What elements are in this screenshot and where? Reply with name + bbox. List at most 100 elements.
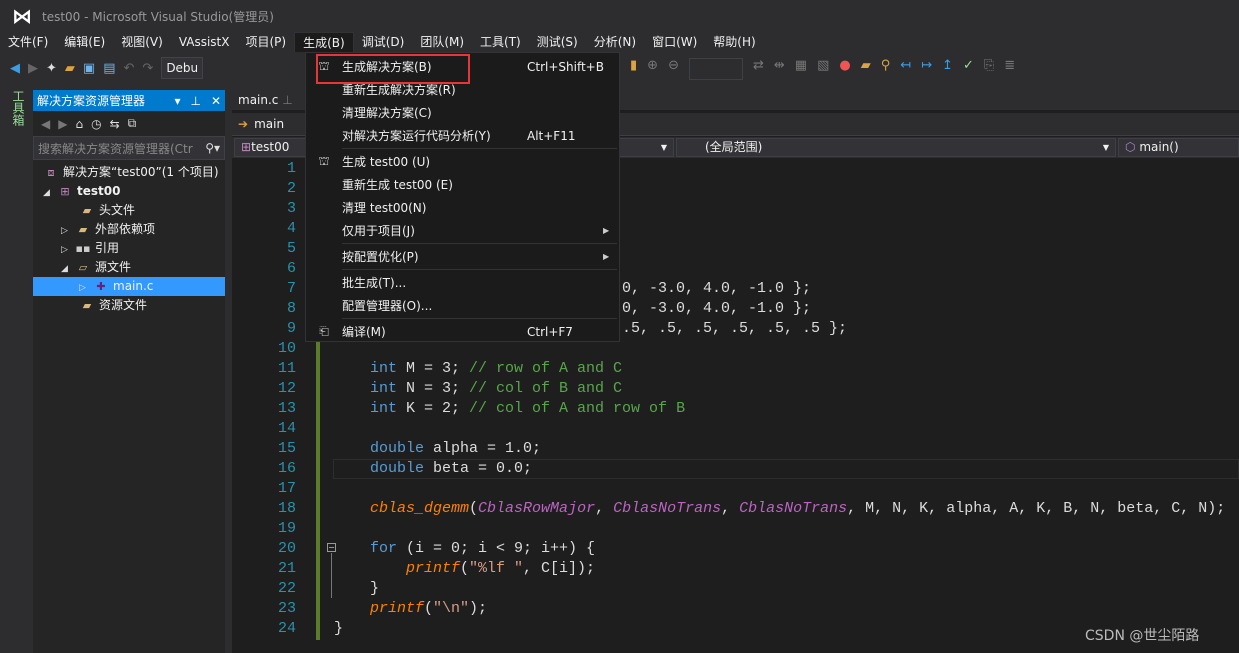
solution-icon: ⧈ [47,166,55,179]
zoom-in-icon[interactable]: ⊕ [647,58,658,80]
member-dropdown[interactable]: ⬡ main() [1118,138,1239,157]
tool-icon[interactable]: ↤ [900,58,911,80]
find-icon[interactable]: ▮ [630,58,637,80]
tree-item-references[interactable]: ▷ ▪▪ 引用 [33,239,225,258]
home-icon[interactable]: ⌂ [75,117,83,131]
tool-icon[interactable]: ↦ [921,58,932,80]
tree-item-headers[interactable]: ▰ 头文件 [33,201,225,220]
dropdown-icon[interactable]: ▾ [174,94,180,108]
menu-help[interactable]: 帮助(H) [705,32,763,52]
solution-explorer-toolbar: ◀ ▶ ⌂ ◷ ⇆ ⧉ [33,111,225,136]
folder-link-icon: ▰ [78,223,88,236]
tool-icon[interactable]: ⎘ [984,58,994,80]
tool-icon[interactable]: ⚲ [881,58,891,80]
sync-icon[interactable]: ⇆ [110,117,120,131]
pin-icon[interactable]: ⊥ [190,94,200,108]
zoom-select[interactable] [688,58,743,80]
spellcheck-icon[interactable]: ✓ [963,58,974,80]
menu-debug[interactable]: 调试(D) [354,32,413,52]
scope-dropdown[interactable]: (全局范围) ▼ [676,138,1116,157]
back-icon[interactable]: ◀ [10,61,20,76]
menu-item-batch-build[interactable]: 批生成(T)... [306,271,619,294]
line-number: 17 [277,480,296,497]
menu-window[interactable]: 窗口(W) [644,32,705,52]
save-all-icon[interactable]: ▤ [103,61,115,76]
menu-item-rebuild-project[interactable]: 重新生成 test00 (E) [306,173,619,196]
tab-main-c[interactable]: main.c ⊥ [232,90,299,110]
menu-item-clean-solution[interactable]: 清理解决方案(C) [306,101,619,124]
project-icon: ⊞ [241,140,252,154]
line-number: 3 [286,200,296,217]
tool-icon[interactable]: ▰ [861,58,871,80]
folder-icon: ▰ [82,299,92,312]
folder-icon: ▰ [82,204,92,217]
tool-icon[interactable]: ↥ [942,58,953,80]
menu-item-configuration-manager[interactable]: 配置管理器(O)... [306,294,619,317]
line-number: 7 [286,280,296,297]
line-number: 11 [277,360,296,377]
menu-item-clean-project[interactable]: 清理 test00(N) [306,196,619,219]
visual-studio-logo-icon: ⋈ [12,4,32,28]
tree-item-source-files[interactable]: ◢ ▱ 源文件 [33,258,225,277]
collapse-all-icon[interactable]: ⧉ [128,116,137,131]
menu-test[interactable]: 测试(S) [529,32,586,52]
tool-icon[interactable]: ▦ [795,58,807,80]
zoom-out-icon[interactable]: ⊖ [668,58,679,80]
outline-line [331,553,332,598]
line-number: 5 [286,240,296,257]
tree-item-solution[interactable]: ⧈ 解决方案“test00”(1 个项目) [33,163,225,182]
menu-item-pgo[interactable]: 按配置优化(P) ▶ [306,245,619,268]
menu-project[interactable]: 项目(P) [237,32,294,52]
tool-icon[interactable]: ● [839,58,850,80]
menu-item-compile[interactable]: ⎗ 编译(M) Ctrl+F7 [306,320,619,343]
forward-icon[interactable]: ▶ [58,117,67,131]
menu-tools[interactable]: 工具(T) [472,32,529,52]
menu-item-build-project[interactable]: ⛫ 生成 test00 (U) [306,150,619,173]
new-project-icon[interactable]: ✦ [46,61,57,76]
tree-item-main-c[interactable]: ▷ ✚ main.c [33,277,225,296]
solution-config-select[interactable]: Debu [161,57,204,79]
menu-edit[interactable]: 编辑(E) [56,32,113,52]
window-title: test00 - Microsoft Visual Studio(管理员) [42,9,274,24]
menu-file[interactable]: 文件(F) [0,32,56,52]
line-number: 9 [286,320,296,337]
open-icon[interactable]: ▰ [65,61,75,76]
history-icon[interactable]: ◷ [91,117,101,131]
code-line-22: } [370,580,380,597]
chevron-down-icon: ▼ [660,143,667,152]
solution-search-input[interactable]: 搜索解决方案资源管理器(Ctr ⚲▾ [33,136,225,160]
menu-item-code-analysis[interactable]: 对解决方案运行代码分析(Y) Alt+F11 [306,124,619,147]
tree-item-external-deps[interactable]: ▷ ▰ 外部依赖项 [33,220,225,239]
menu-item-project-only[interactable]: 仅用于项目(J) ▶ [306,219,619,242]
tool-icon[interactable]: ⇹ [774,58,785,80]
close-icon[interactable]: ✕ [211,94,221,108]
save-icon[interactable]: ▣ [83,61,95,76]
back-icon[interactable]: ◀ [41,117,50,131]
line-number: 2 [286,180,296,197]
code-line-15: double alpha = 1.0; [370,440,542,457]
menu-view[interactable]: 视图(V) [113,32,171,52]
menu-vassistx[interactable]: VAssistX [171,32,238,52]
solution-explorer-title: 解决方案资源管理器 [37,94,146,108]
build-menu-dropdown: ⛫ 生成解决方案(B) Ctrl+Shift+B 重新生成解决方案(R) 清理解决方… [305,52,620,342]
tool-icon[interactable]: ⇄ [753,58,764,80]
search-icon[interactable]: ⚲▾ [205,141,220,155]
redo-icon[interactable]: ↷ [142,61,153,76]
collapse-region-icon[interactable]: − [327,543,336,552]
code-line-24: } [334,620,344,637]
tool-icon[interactable]: ≣ [1004,58,1015,80]
tree-item-resource-files[interactable]: ▰ 资源文件 [33,296,225,315]
line-number: 10 [277,340,296,357]
toolbox-tab[interactable]: 工具箱 [10,90,27,126]
undo-icon[interactable]: ↶ [124,61,135,76]
forward-icon[interactable]: ▶ [28,61,38,76]
menu-build[interactable]: 生成(B) [294,32,354,52]
tree-item-project[interactable]: ◢ ⊞ test00 [33,182,225,201]
tool-icon[interactable]: ▧ [817,58,829,80]
menu-team[interactable]: 团队(M) [412,32,472,52]
line-number: 6 [286,260,296,277]
nav-function[interactable]: main [254,117,284,131]
menu-analyze[interactable]: 分析(N) [586,32,644,52]
code-line-18: cblas_dgemm(CblasRowMajor, CblasNoTrans,… [370,500,1226,517]
pin-icon[interactable]: ⊥ [282,93,292,107]
